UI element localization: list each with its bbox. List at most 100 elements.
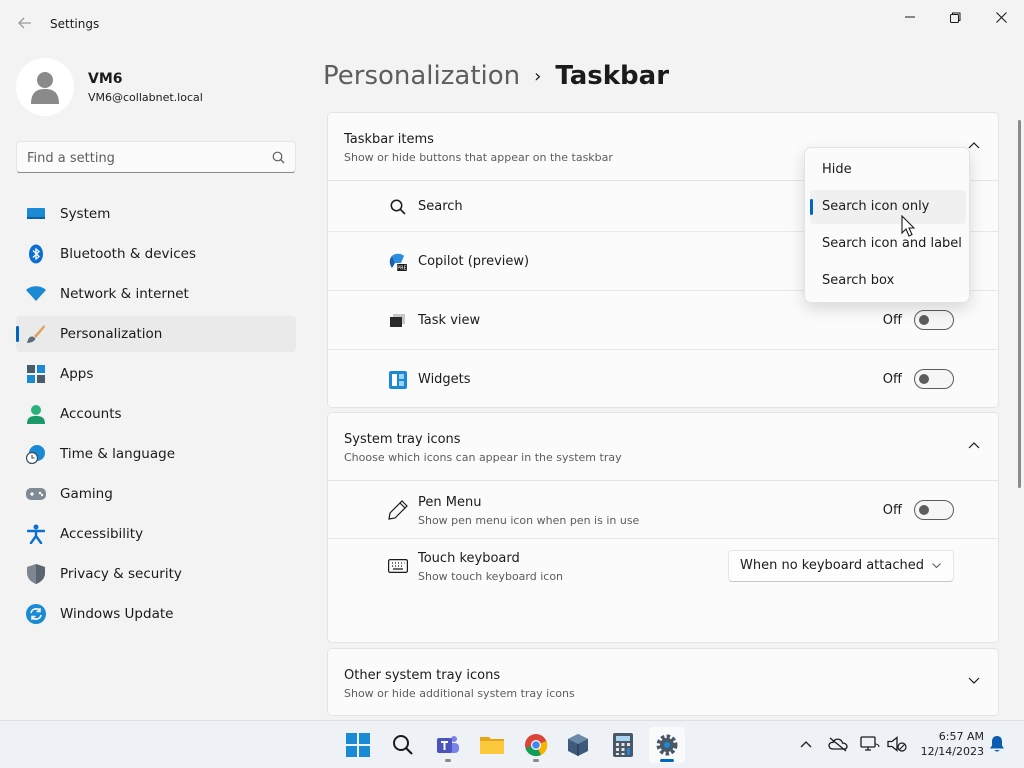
network-tray-button[interactable] bbox=[859, 733, 881, 755]
system-tray-section: System tray icons Choose which icons can… bbox=[327, 412, 999, 643]
system-icon bbox=[26, 204, 46, 224]
volume-tray-button[interactable] bbox=[886, 733, 908, 755]
option-label: Search icon only bbox=[822, 199, 930, 214]
sidebar-item-privacy[interactable]: Privacy & security bbox=[16, 556, 296, 592]
settings-search[interactable] bbox=[16, 141, 296, 173]
start-button[interactable] bbox=[340, 727, 376, 763]
restore-icon bbox=[949, 12, 960, 23]
section-title: Taskbar items bbox=[344, 132, 434, 147]
task-view-icon bbox=[388, 311, 408, 331]
search-icon[interactable] bbox=[272, 151, 285, 164]
bluetooth-icon bbox=[26, 244, 46, 264]
option-label: Search box bbox=[822, 273, 895, 288]
sidebar-item-label: Windows Update bbox=[60, 606, 174, 622]
taskbar-item-widgets-row: Widgets Off bbox=[328, 350, 998, 408]
settings-taskbar-button[interactable] bbox=[649, 727, 685, 763]
show-hidden-icons-button[interactable] bbox=[795, 733, 817, 755]
row-label: Copilot (preview) bbox=[418, 254, 530, 269]
maximize-button[interactable] bbox=[932, 4, 978, 30]
taskbar-search-button[interactable] bbox=[385, 727, 421, 763]
teams-button[interactable] bbox=[430, 727, 466, 763]
system-clock[interactable]: 6:57 AM 12/14/2023 bbox=[914, 729, 984, 759]
brush-icon bbox=[26, 324, 46, 344]
section-title: System tray icons bbox=[344, 432, 461, 447]
calculator-icon bbox=[613, 733, 633, 757]
wifi-icon bbox=[26, 284, 46, 304]
search-mode-dropdown: Hide Search icon only Search icon and la… bbox=[804, 147, 970, 303]
option-label: Hide bbox=[822, 162, 852, 177]
virtualbox-button[interactable] bbox=[560, 727, 596, 763]
avatar[interactable] bbox=[16, 58, 74, 116]
row-label: Touch keyboard bbox=[418, 551, 520, 566]
windows-taskbar: 6:57 AM 12/14/2023 bbox=[0, 720, 1024, 768]
chrome-button[interactable] bbox=[518, 727, 554, 763]
sidebar-item-network[interactable]: Network & internet bbox=[16, 276, 296, 312]
close-button[interactable] bbox=[978, 4, 1024, 30]
accessibility-icon bbox=[26, 524, 46, 544]
network-icon bbox=[860, 736, 880, 751]
calculator-button[interactable] bbox=[605, 727, 641, 763]
minimize-button[interactable] bbox=[887, 4, 933, 30]
sidebar-item-apps[interactable]: Apps bbox=[16, 356, 296, 392]
dropdown-option-search-icon-only[interactable]: Search icon only bbox=[810, 190, 966, 224]
shield-icon bbox=[26, 564, 46, 584]
system-tray-header[interactable]: System tray icons Choose which icons can… bbox=[328, 413, 998, 481]
notification-bell-icon bbox=[990, 736, 1004, 752]
sidebar-item-accounts[interactable]: Accounts bbox=[16, 396, 296, 432]
chevron-up-icon[interactable] bbox=[968, 441, 980, 449]
dropdown-option-search-box[interactable]: Search box bbox=[810, 264, 966, 298]
row-description: Show touch keyboard icon bbox=[418, 570, 564, 583]
chrome-icon bbox=[525, 734, 548, 757]
sidebar-item-label: Network & internet bbox=[60, 286, 189, 302]
other-tray-header[interactable]: Other system tray icons Show or hide add… bbox=[328, 649, 998, 717]
file-explorer-icon bbox=[480, 737, 504, 754]
notifications-button[interactable] bbox=[986, 733, 1008, 755]
file-explorer-button[interactable] bbox=[474, 727, 510, 763]
toggle-state-label: Off bbox=[882, 313, 902, 328]
sidebar-item-accessibility[interactable]: Accessibility bbox=[16, 516, 296, 552]
sidebar-item-windows-update[interactable]: Windows Update bbox=[16, 596, 296, 632]
sidebar-item-system[interactable]: System bbox=[16, 196, 296, 232]
sidebar-item-time-language[interactable]: Time & language bbox=[16, 436, 296, 472]
chevron-down-icon[interactable] bbox=[968, 677, 980, 685]
chevron-up-icon[interactable] bbox=[968, 141, 980, 149]
chevron-up-icon bbox=[800, 741, 812, 748]
toggle-state-label: Off bbox=[882, 503, 902, 518]
start-icon bbox=[346, 733, 370, 757]
dropdown-option-search-icon-and-label[interactable]: Search icon and label bbox=[810, 227, 966, 261]
sidebar-item-label: Accounts bbox=[60, 406, 122, 422]
scrollbar[interactable] bbox=[1018, 120, 1021, 488]
touch-keyboard-dropdown[interactable]: When no keyboard attached bbox=[728, 550, 954, 582]
taskbar-search-icon bbox=[393, 735, 413, 755]
pen-menu-toggle[interactable] bbox=[914, 500, 954, 520]
search-icon bbox=[388, 197, 408, 217]
volume-muted-icon bbox=[887, 736, 907, 752]
page-title: Taskbar bbox=[555, 61, 670, 91]
breadcrumb-parent[interactable]: Personalization bbox=[323, 61, 520, 91]
pen-icon bbox=[388, 500, 408, 520]
task-view-toggle[interactable] bbox=[914, 310, 954, 330]
search-input[interactable] bbox=[27, 148, 263, 168]
sidebar-item-label: Bluetooth & devices bbox=[60, 246, 197, 262]
toggle-state-label: Off bbox=[882, 372, 902, 387]
breadcrumb: Personalization › Taskbar bbox=[323, 58, 669, 94]
sidebar-item-bluetooth[interactable]: Bluetooth & devices bbox=[16, 236, 296, 272]
chevron-down-icon bbox=[932, 563, 941, 569]
row-label: Pen Menu bbox=[418, 495, 482, 510]
title-bar: Settings bbox=[0, 0, 1024, 48]
user-email: VM6@collabnet.local bbox=[88, 91, 203, 104]
onedrive-tray-button[interactable] bbox=[827, 733, 849, 755]
sidebar-nav: System Bluetooth & devices Network & int… bbox=[16, 196, 296, 636]
widgets-toggle[interactable] bbox=[914, 369, 954, 389]
sidebar-item-label: Gaming bbox=[60, 486, 113, 502]
row-label: Search bbox=[418, 199, 463, 214]
sidebar-item-gaming[interactable]: Gaming bbox=[16, 476, 296, 512]
svg-text:PRE: PRE bbox=[397, 266, 407, 272]
back-arrow-icon[interactable] bbox=[14, 14, 36, 34]
sidebar-item-personalization[interactable]: Personalization bbox=[16, 316, 296, 352]
row-description: Show pen menu icon when pen is in use bbox=[418, 514, 640, 527]
user-profile[interactable]: VM6 VM6@collabnet.local bbox=[16, 58, 296, 118]
globe-clock-icon bbox=[26, 444, 46, 464]
other-tray-section[interactable]: Other system tray icons Show or hide add… bbox=[327, 648, 999, 716]
dropdown-option-hide[interactable]: Hide bbox=[810, 153, 966, 187]
